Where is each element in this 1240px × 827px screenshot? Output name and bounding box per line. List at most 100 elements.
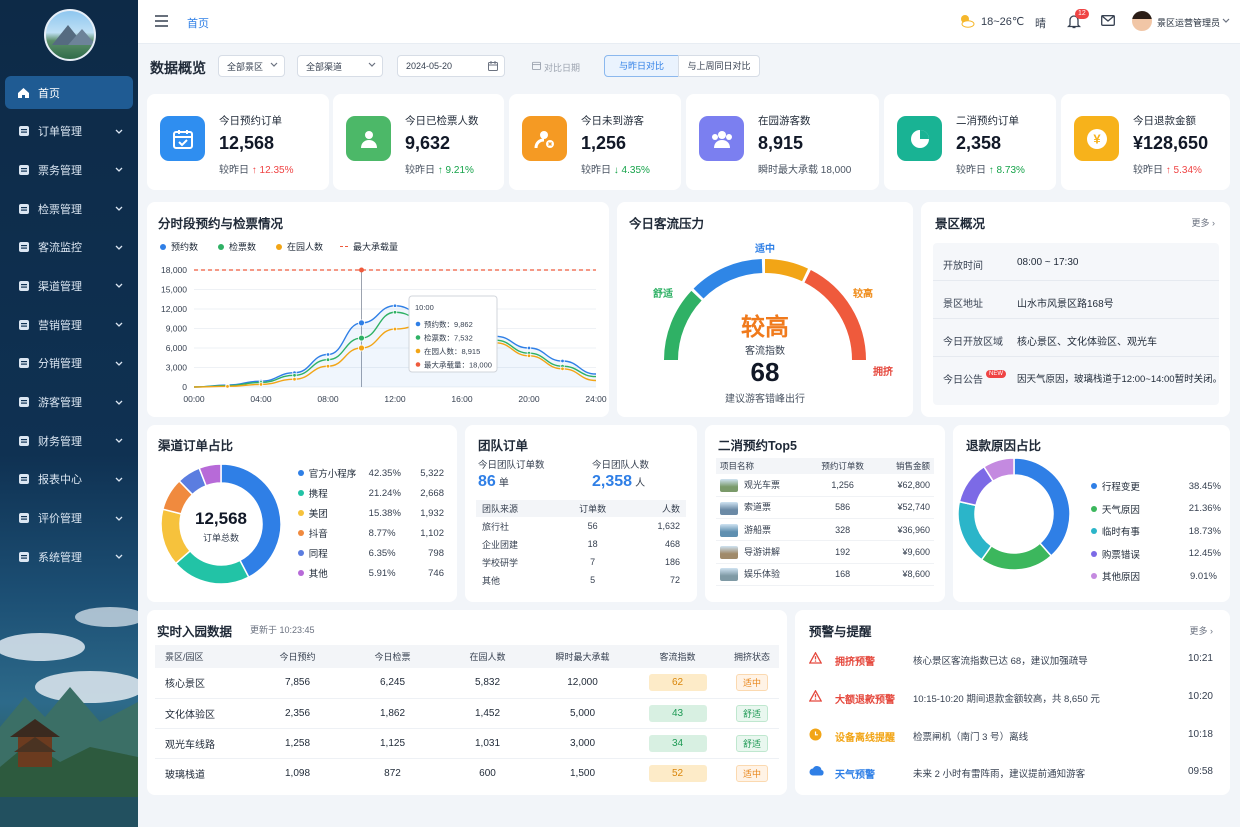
- sidebar-item-9[interactable]: 财务管理: [5, 424, 133, 457]
- kpi-value: ¥128,650: [1133, 133, 1209, 153]
- x-tick-label: 08:00: [317, 394, 339, 404]
- table-row[interactable]: 玻璃栈道 1,098 872 600 1,500 52 适中: [155, 758, 779, 788]
- home-icon: [17, 86, 30, 99]
- chevron-down-icon[interactable]: [1222, 18, 1230, 24]
- table-cell: ¥9,600: [877, 541, 934, 563]
- sidebar-item-12[interactable]: 系统管理: [5, 540, 133, 573]
- group-title: 团队订单: [478, 439, 529, 453]
- sidebar-item-1[interactable]: 订单管理: [5, 115, 133, 148]
- alert-item[interactable]: 大额退款预警 10:15-10:20 期间退款金额较高，共 8,650 元 10:2…: [795, 689, 1230, 711]
- cell-text: 1,256: [831, 479, 854, 490]
- table-cell: 旅行社: [482, 521, 510, 532]
- data-point: [358, 344, 365, 352]
- alert-time: 09:58: [1187, 766, 1213, 777]
- kpi-compare-label: 较昨日: [1133, 165, 1163, 176]
- alert-time: 10:20: [1187, 691, 1213, 702]
- kpi-card-3[interactable]: 在园游客数 8,915 瞬时最大承载 18,000: [686, 94, 879, 190]
- sidebar-item-5[interactable]: 渠道管理: [5, 269, 133, 302]
- table-row[interactable]: 索道票 586 ¥52,740: [716, 496, 934, 519]
- table-cell: 468: [664, 539, 680, 549]
- table-row[interactable]: 游船票 328 ¥36,960: [716, 519, 934, 541]
- cell-text: 168: [835, 569, 851, 580]
- kpi-compare: 较昨日 ↑ 12.35%: [219, 161, 293, 176]
- table-cell: 168: [808, 563, 877, 585]
- user-name[interactable]: 景区运营管理员: [1157, 16, 1220, 29]
- channel-name: 官方小程序: [308, 469, 357, 480]
- new-badge: NEW: [986, 370, 1006, 378]
- table-cell: 5,832: [474, 677, 501, 689]
- alert-item[interactable]: 设备离线提醒 检票闸机（南门 3 号）离线 10:18: [795, 727, 1230, 749]
- refund-pct: 38.45%: [1188, 480, 1221, 492]
- table-header: 在园人数: [469, 652, 506, 662]
- kpi-card-1[interactable]: 今日已检票人数 9,632 较昨日 ↑ 9.21%: [333, 94, 504, 190]
- tooltip-time: 10:00: [415, 303, 434, 312]
- table-cell: 适中: [725, 668, 779, 698]
- sidebar-item-4[interactable]: 客流监控: [5, 231, 133, 264]
- realtime-card: 实时入园数据 更新于 10:23:45 景区/园区 今日预约 今日检票 在园人数 瞬时最…: [147, 610, 787, 795]
- sidebar-item-10[interactable]: 报表中心: [5, 463, 133, 496]
- kpi-card-5[interactable]: ¥ 今日退款金额 ¥128,650 较昨日 ↑ 5.34%: [1061, 94, 1230, 190]
- kpi-icon: [160, 116, 205, 161]
- kpi-compare-value: ↓ 4.35%: [613, 165, 650, 176]
- data-point: [560, 358, 565, 364]
- channel-pct: 5.91%: [368, 567, 396, 579]
- group-order-unit: 单: [498, 478, 509, 489]
- breadcrumb[interactable]: 首页: [187, 15, 209, 31]
- sidebar-item-2[interactable]: 票务管理: [5, 153, 133, 186]
- mail-icon[interactable]: [1101, 15, 1115, 26]
- sidebar-item-6[interactable]: 营销管理: [5, 308, 133, 341]
- flow-index-badge: 43: [648, 704, 707, 722]
- alerts-more-link[interactable]: 更多 ›: [1189, 624, 1213, 637]
- thumbnail-image: [720, 501, 738, 515]
- tooltip-row: 在园人数：8,915: [424, 346, 480, 356]
- chevron-down-icon: [115, 358, 123, 370]
- report-icon: [17, 473, 30, 486]
- overview-more-link[interactable]: 更多 ›: [1191, 216, 1215, 229]
- table-row[interactable]: 核心景区 7,856 6,245 5,832 12,000 62 适中: [155, 668, 779, 698]
- refund-pct: 9.01%: [1190, 570, 1217, 582]
- chevron-down-icon: [115, 474, 123, 486]
- table-cell: 1,098: [284, 767, 311, 779]
- kpi-card-2[interactable]: 今日未到游客 1,256 较昨日 ↓ 4.35%: [509, 94, 681, 190]
- user-avatar[interactable]: [1132, 11, 1152, 31]
- channel-pct: 21.24%: [368, 487, 401, 499]
- menu-toggle-icon[interactable]: [155, 15, 168, 27]
- sidebar-item-3[interactable]: 检票管理: [5, 192, 133, 225]
- table-row[interactable]: 娱乐体验 168 ¥8,600: [716, 563, 934, 586]
- sidebar-item-0[interactable]: 首页: [5, 76, 133, 109]
- channel-card: 渠道订单占比 12,568 订单总数 官方小程序 42.35% 5,322 携程 21.…: [147, 425, 457, 602]
- chart-tooltip: 10:00 预约数：9,862 检票数：7,532 在园人数：8,915 最大承载量：1…: [408, 295, 498, 373]
- sidebar-item-8[interactable]: 游客管理: [5, 386, 133, 419]
- kpi-card-4[interactable]: 二消预约订单 2,358 较昨日 ↑ 8.73%: [884, 94, 1056, 190]
- tooltip-row: 预约数：9,862: [424, 319, 473, 329]
- table-row[interactable]: 观光车线路 1,258 1,125 1,031 3,000 34 舒适: [155, 728, 779, 758]
- kpi-card-0[interactable]: 今日预约订单 12,568 较昨日 ↑ 12.35%: [147, 94, 329, 190]
- kpi-value: 12,568: [219, 133, 275, 153]
- flow-index-badge: 52: [648, 764, 707, 782]
- overview-key: 今日公告: [943, 375, 983, 386]
- table-row[interactable]: 观光车票 1,256 ¥62,800: [716, 474, 934, 497]
- page-title: 数据概览: [150, 60, 206, 76]
- channel-name: 同程: [308, 549, 328, 560]
- scenic-select[interactable]: 全部景区: [218, 55, 285, 77]
- sidebar-item-11[interactable]: 评价管理: [5, 502, 133, 535]
- table-row[interactable]: 导游讲解 192 ¥9,600: [716, 541, 934, 564]
- table-header: 今日检票: [374, 652, 411, 662]
- refund-legend-item: 天气原因 21.36%: [1091, 502, 1221, 516]
- date-picker[interactable]: 2024-05-20: [397, 55, 505, 77]
- table-cell: 1,258: [284, 737, 311, 749]
- compare-date-label[interactable]: 对比日期: [544, 61, 580, 74]
- kpi-label: 今日预约订单: [219, 115, 282, 127]
- kpi-compare-label: 较昨日: [219, 165, 249, 176]
- compare-lastweek-button[interactable]: 与上周同日对比: [678, 55, 760, 77]
- sidebar-item-7[interactable]: 分销管理: [5, 347, 133, 380]
- table-cell: 1,632: [657, 521, 680, 531]
- kpi-icon: [522, 116, 567, 161]
- alert-item[interactable]: 天气预警 未来 2 小时有雷阵雨，建议提前通知游客 09:58: [795, 764, 1230, 786]
- kpi-compare-value: ↑ 12.35%: [251, 165, 294, 176]
- alert-item[interactable]: 拥挤预警 核心景区客流指数已达 68，建议加强疏导 10:21: [795, 651, 1230, 673]
- compare-yesterday-button[interactable]: 与昨日对比: [604, 55, 679, 77]
- table-row[interactable]: 文化体验区 2,356 1,862 1,452 5,000 43 舒适: [155, 698, 779, 728]
- channel-select[interactable]: 全部渠道: [297, 55, 383, 77]
- overview-list: 开放时间 08:00 ~ 17:30 景区地址 山水市风景区路168号 今日开放区域 核心…: [933, 243, 1222, 405]
